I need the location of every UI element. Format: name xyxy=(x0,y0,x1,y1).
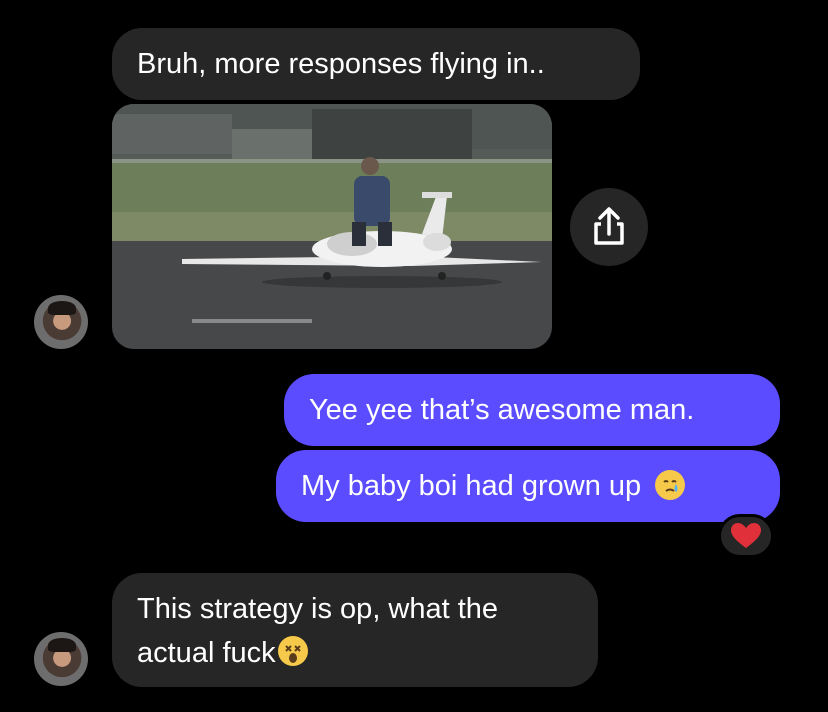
image-message[interactable] xyxy=(112,104,552,349)
avatar[interactable] xyxy=(34,632,88,686)
message-bubble-incoming[interactable]: Bruh, more responses flying in.. xyxy=(112,28,640,100)
airplane-photo xyxy=(112,104,552,323)
message-bubble-outgoing[interactable]: Yee yee that’s awesome man. xyxy=(284,374,780,446)
crying-face-emoji xyxy=(655,470,686,500)
message-bubble-incoming[interactable]: This strategy is op, what the actual fuc… xyxy=(112,573,598,687)
message-text: My baby boi had grown up xyxy=(301,470,642,502)
red-heart-emoji xyxy=(731,523,761,548)
message-text: Yee yee that’s awesome man. xyxy=(309,394,695,426)
share-button[interactable] xyxy=(570,188,648,266)
avatar[interactable] xyxy=(34,295,88,349)
share-icon xyxy=(594,207,624,245)
message-bubble-outgoing[interactable]: My baby boi had grown up xyxy=(276,450,780,522)
message-text: This strategy is op, what the actual fuc… xyxy=(137,593,499,669)
message-text: Bruh, more responses flying in.. xyxy=(137,48,545,80)
reaction-badge[interactable] xyxy=(718,514,774,558)
dizzy-face-emoji xyxy=(277,636,308,666)
